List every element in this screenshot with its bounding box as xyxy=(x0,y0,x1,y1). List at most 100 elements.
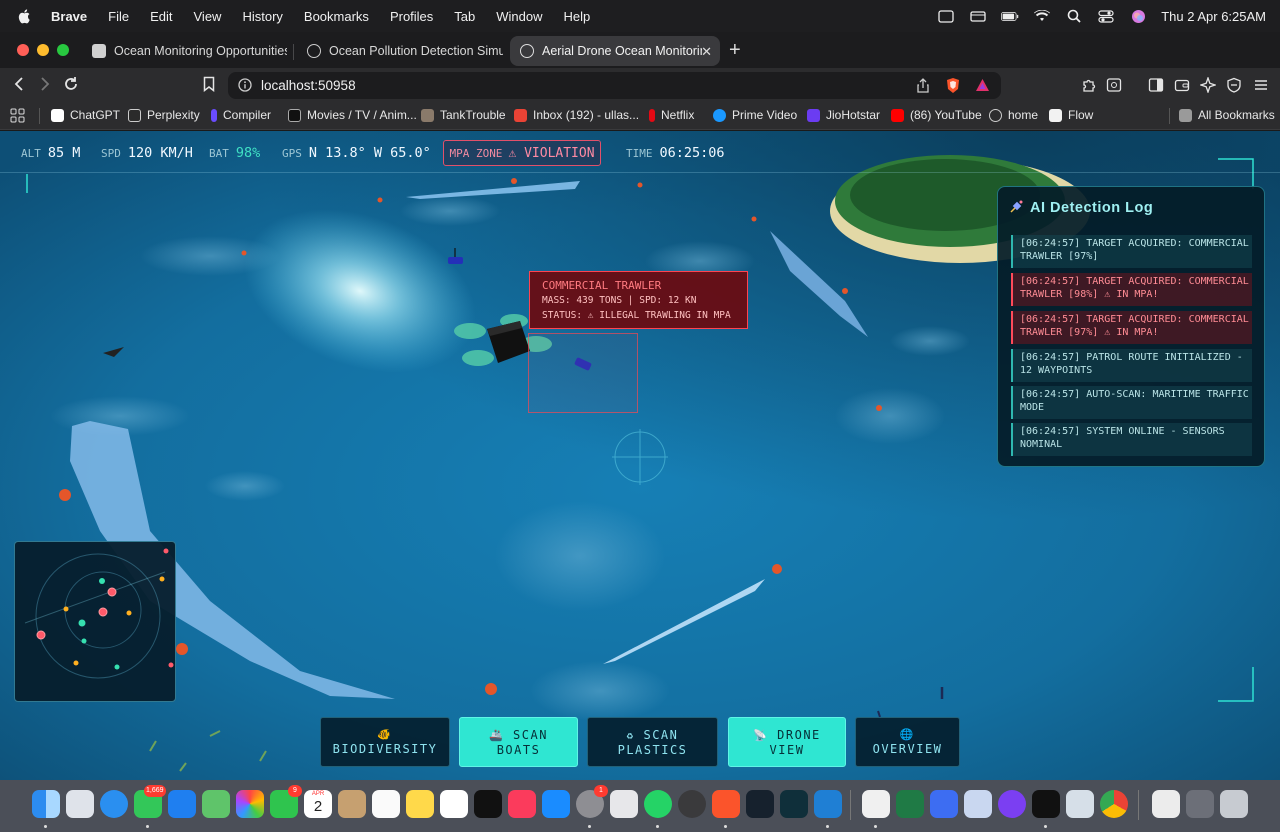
back-arrow-icon[interactable] xyxy=(10,76,28,94)
notes-icon[interactable] xyxy=(406,790,434,818)
tab-ocean-pollution-simulator[interactable]: Ocean Pollution Detection Simulator xyxy=(297,36,503,66)
bookmark-movies[interactable]: Movies / TV / Anim... xyxy=(288,108,417,122)
maps-icon[interactable] xyxy=(202,790,230,818)
hamburger-menu-icon[interactable] xyxy=(1253,77,1269,93)
arc-icon[interactable] xyxy=(930,790,958,818)
bookmark-home[interactable]: home xyxy=(989,108,1038,122)
calendar-icon[interactable]: APR 2 xyxy=(304,790,332,818)
brave-rewards-icon[interactable] xyxy=(975,78,990,97)
brave-shields-icon[interactable] xyxy=(945,77,961,99)
bookmark-netflix[interactable]: Netflix xyxy=(649,108,694,122)
all-bookmarks-folder[interactable]: All Bookmarks xyxy=(1179,108,1275,122)
bookmark-label: Compiler xyxy=(223,108,272,122)
finder-icon[interactable] xyxy=(32,790,60,818)
scan-plastics-button[interactable]: ♻ SCAN PLASTICS xyxy=(587,717,718,767)
bookmark-flow[interactable]: Flow xyxy=(1049,108,1093,122)
bookmark-compiler[interactable]: Compiler xyxy=(211,108,271,122)
downloads-stack-icon[interactable] xyxy=(1186,790,1214,818)
bookmark-prime-video[interactable]: Prime Video xyxy=(713,108,797,122)
sidebar-toggle-icon[interactable] xyxy=(1148,77,1164,93)
apps-grid-icon[interactable] xyxy=(10,108,25,126)
wifi-icon[interactable] xyxy=(1033,9,1051,23)
menu-clock[interactable]: Thu 2 Apr 6:25AM xyxy=(1161,9,1266,24)
target-bounding-box[interactable] xyxy=(528,333,638,413)
reload-icon[interactable] xyxy=(62,76,80,94)
menu-file[interactable]: File xyxy=(108,9,129,24)
creative-app-icon[interactable] xyxy=(746,790,774,818)
reminders-icon[interactable] xyxy=(372,790,400,818)
safari-icon[interactable] xyxy=(100,790,128,818)
chrome-icon[interactable] xyxy=(1100,790,1128,818)
overview-button[interactable]: 🌐 OVERVIEW xyxy=(855,717,960,767)
app-store-icon[interactable] xyxy=(542,790,570,818)
tab-ocean-monitoring-opportunities[interactable]: Ocean Monitoring Opportunities xyxy=(82,36,287,66)
launchpad-icon[interactable] xyxy=(66,790,94,818)
share-icon[interactable] xyxy=(916,78,930,98)
bookmark-gmail-inbox[interactable]: Inbox (192) - ullas... xyxy=(514,108,639,122)
tab-aerial-drone-monitoring[interactable]: Aerial Drone Ocean Monitoring ✕ xyxy=(510,36,720,66)
menu-tab[interactable]: Tab xyxy=(454,9,475,24)
preview-icon[interactable] xyxy=(964,790,992,818)
brave-browser-icon[interactable] xyxy=(712,790,740,818)
drone-view-button[interactable]: 📡 DRONE VIEW xyxy=(728,717,846,767)
menu-bookmarks[interactable]: Bookmarks xyxy=(304,9,369,24)
spotlight-search-icon[interactable] xyxy=(1065,9,1083,23)
apple-tv-icon[interactable] xyxy=(474,790,502,818)
iphone-mirroring-icon[interactable] xyxy=(610,790,638,818)
leo-ai-icon[interactable] xyxy=(1199,76,1217,94)
screen-mirror-icon[interactable] xyxy=(937,9,955,23)
documents-folder-icon[interactable] xyxy=(1152,790,1180,818)
extensions-puzzle-icon[interactable] xyxy=(1081,77,1097,93)
bookmark-chatgpt[interactable]: ChatGPT xyxy=(51,108,120,122)
window-minimize-button[interactable] xyxy=(37,44,49,56)
freeform-icon[interactable] xyxy=(440,790,468,818)
apple-logo-icon[interactable] xyxy=(17,8,33,24)
vscode-icon[interactable] xyxy=(814,790,842,818)
reader-mode-icon[interactable] xyxy=(1106,77,1122,93)
bookmark-icon[interactable] xyxy=(200,76,218,94)
window-zoom-button[interactable] xyxy=(57,44,69,56)
bookmark-youtube[interactable]: (86) YouTube xyxy=(891,108,982,122)
bookmark-perplexity[interactable]: Perplexity xyxy=(128,108,200,122)
bookmark-tanktrouble[interactable]: TankTrouble xyxy=(421,108,506,122)
drone-viewport[interactable]: ALT 85 M SPD 120 KM/H BAT 98% GPS N 13.8° W … xyxy=(0,131,1280,780)
menu-window[interactable]: Window xyxy=(496,9,542,24)
site-info-icon[interactable] xyxy=(238,78,252,97)
wallet-icon[interactable] xyxy=(1174,77,1190,93)
menu-edit[interactable]: Edit xyxy=(150,9,172,24)
keychain-icon[interactable] xyxy=(1066,790,1094,818)
butterfly-app-icon[interactable] xyxy=(780,790,808,818)
menu-profiles[interactable]: Profiles xyxy=(390,9,433,24)
textedit-icon[interactable] xyxy=(862,790,890,818)
photos-icon[interactable] xyxy=(236,790,264,818)
terminal-icon[interactable] xyxy=(1032,790,1060,818)
biodiversity-button[interactable]: 🐠 BIODIVERSITY xyxy=(320,717,450,767)
radar-minimap[interactable] xyxy=(14,541,176,702)
address-bar[interactable]: localhost:50958 xyxy=(228,72,1001,99)
running-indicator xyxy=(724,825,727,828)
mail-icon[interactable] xyxy=(168,790,196,818)
battery-icon[interactable] xyxy=(1001,9,1019,23)
excel-icon[interactable] xyxy=(896,790,924,818)
music-icon[interactable] xyxy=(508,790,536,818)
display-icon[interactable] xyxy=(969,9,987,23)
forward-arrow-icon[interactable] xyxy=(36,76,54,94)
tab-close-icon[interactable]: ✕ xyxy=(701,44,712,60)
ai-orb-icon[interactable] xyxy=(998,790,1026,818)
vpn-shield-icon[interactable] xyxy=(1226,77,1242,93)
app-name-menu[interactable]: Brave xyxy=(51,9,87,24)
menu-view[interactable]: View xyxy=(194,9,222,24)
new-tab-button[interactable]: + xyxy=(729,40,741,60)
control-center-icon[interactable] xyxy=(1097,9,1115,23)
window-close-button[interactable] xyxy=(17,44,29,56)
contacts-icon[interactable] xyxy=(338,790,366,818)
quicktime-icon[interactable] xyxy=(678,790,706,818)
whatsapp-icon[interactable] xyxy=(644,790,672,818)
siri-icon[interactable] xyxy=(1129,9,1147,23)
url-text[interactable]: localhost:50958 xyxy=(261,78,356,93)
trash-icon[interactable] xyxy=(1220,790,1248,818)
menu-help[interactable]: Help xyxy=(564,9,591,24)
scan-boats-button[interactable]: 🚢 SCAN BOATS xyxy=(459,717,578,767)
menu-history[interactable]: History xyxy=(242,9,282,24)
bookmark-jiohotstar[interactable]: JioHotstar xyxy=(807,108,880,122)
